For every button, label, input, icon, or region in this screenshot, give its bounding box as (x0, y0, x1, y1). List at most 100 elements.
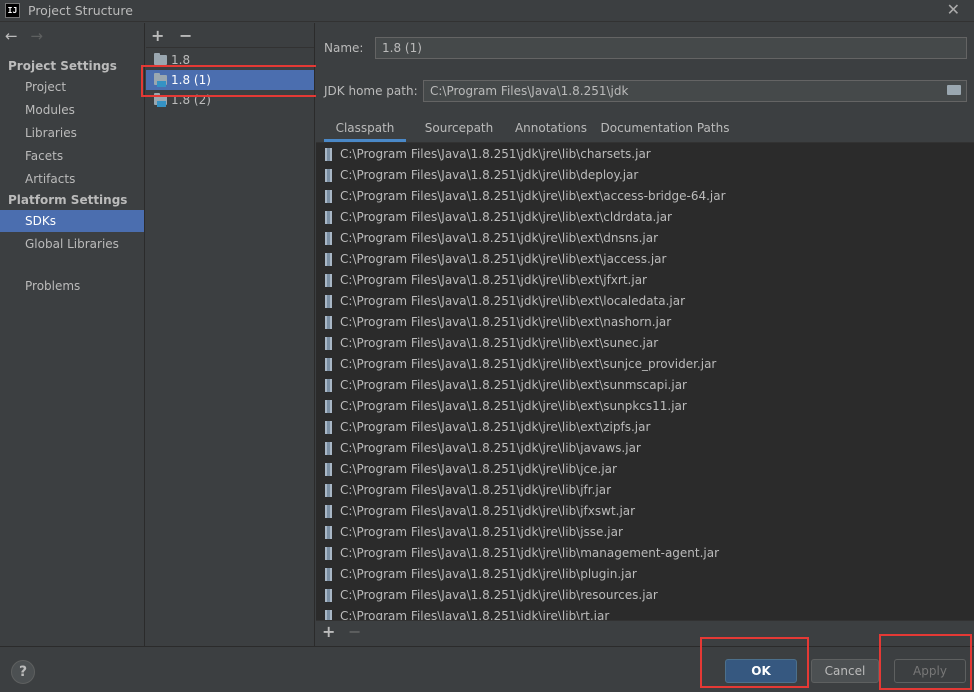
classpath-list[interactable]: C:\Program Files\Java\1.8.251\jdk\jre\li… (316, 142, 974, 620)
classpath-row[interactable]: C:\Program Files\Java\1.8.251\jdk\jre\li… (316, 186, 726, 207)
classpath-entry: C:\Program Files\Java\1.8.251\jdk\jre\li… (340, 168, 639, 182)
classpath-entry: C:\Program Files\Java\1.8.251\jdk\jre\li… (340, 441, 641, 455)
close-icon[interactable]: ✕ (947, 0, 960, 19)
classpath-entry: C:\Program Files\Java\1.8.251\jdk\jre\li… (340, 546, 720, 560)
tab-documentation-paths[interactable]: Documentation Paths (600, 118, 730, 142)
classpath-row[interactable]: C:\Program Files\Java\1.8.251\jdk\jre\li… (316, 417, 650, 438)
jar-icon (325, 568, 332, 581)
dialog-footer: ? OK Cancel Apply (0, 646, 974, 692)
add-path-button[interactable]: + (322, 622, 335, 641)
tab-annotations[interactable]: Annotations (507, 118, 595, 142)
classpath-entry: C:\Program Files\Java\1.8.251\jdk\jre\li… (340, 525, 623, 539)
classpath-row[interactable]: C:\Program Files\Java\1.8.251\jdk\jre\li… (316, 438, 641, 459)
intellij-app-icon: IJ (5, 3, 20, 18)
classpath-entry: C:\Program Files\Java\1.8.251\jdk\jre\li… (340, 609, 610, 620)
classpath-row[interactable]: C:\Program Files\Java\1.8.251\jdk\jre\li… (316, 312, 671, 333)
jar-icon (325, 610, 332, 620)
nav-item-sdks[interactable]: SDKs (0, 210, 144, 232)
back-arrow-icon[interactable]: ← (5, 27, 18, 45)
help-icon[interactable]: ? (11, 660, 35, 684)
classpath-entry: C:\Program Files\Java\1.8.251\jdk\jre\li… (340, 231, 659, 245)
classpath-row[interactable]: C:\Program Files\Java\1.8.251\jdk\jre\li… (316, 585, 658, 606)
classpath-row[interactable]: C:\Program Files\Java\1.8.251\jdk\jre\li… (316, 249, 666, 270)
jar-icon (325, 379, 332, 392)
nav-item-global-libraries[interactable]: Global Libraries (0, 233, 144, 255)
jar-icon (325, 547, 332, 560)
nav-item-modules[interactable]: Modules (0, 99, 144, 121)
jdk-home-field[interactable]: C:\Program Files\Java\1.8.251\jdk (423, 80, 967, 102)
name-field[interactable]: 1.8 (1) (375, 37, 967, 59)
classpath-row[interactable]: C:\Program Files\Java\1.8.251\jdk\jre\li… (316, 606, 609, 620)
forward-arrow-icon[interactable]: → (30, 27, 43, 45)
classpath-entry: C:\Program Files\Java\1.8.251\jdk\jre\li… (340, 294, 686, 308)
nav-item-facets[interactable]: Facets (0, 145, 144, 167)
classpath-row[interactable]: C:\Program Files\Java\1.8.251\jdk\jre\li… (316, 522, 623, 543)
title-bar: IJ Project Structure ✕ (0, 0, 974, 22)
window-title: Project Structure (28, 3, 133, 18)
cancel-button[interactable]: Cancel (811, 659, 879, 683)
classpath-row[interactable]: C:\Program Files\Java\1.8.251\jdk\jre\li… (316, 228, 658, 249)
browse-folder-icon[interactable] (947, 85, 961, 95)
remove-sdk-button[interactable]: − (179, 26, 192, 45)
name-label: Name: (324, 41, 364, 55)
classpath-toolbar: + − (316, 620, 974, 646)
jar-icon (325, 484, 332, 497)
jar-icon (325, 337, 332, 350)
classpath-entry: C:\Program Files\Java\1.8.251\jdk\jre\li… (340, 273, 647, 287)
classpath-entry: C:\Program Files\Java\1.8.251\jdk\jre\li… (340, 336, 659, 350)
classpath-entry: C:\Program Files\Java\1.8.251\jdk\jre\li… (340, 399, 687, 413)
jdk-home-value: C:\Program Files\Java\1.8.251\jdk (430, 84, 629, 98)
jar-icon (325, 169, 332, 182)
classpath-entry: C:\Program Files\Java\1.8.251\jdk\jre\li… (340, 315, 672, 329)
classpath-row[interactable]: C:\Program Files\Java\1.8.251\jdk\jre\li… (316, 375, 687, 396)
jar-icon (325, 400, 332, 413)
classpath-row[interactable]: C:\Program Files\Java\1.8.251\jdk\jre\li… (316, 354, 716, 375)
tab-sourcepath[interactable]: Sourcepath (412, 118, 506, 142)
divider (146, 47, 314, 48)
classpath-entry: C:\Program Files\Java\1.8.251\jdk\jre\li… (340, 189, 726, 203)
jar-icon (325, 148, 332, 161)
nav-item-project[interactable]: Project (0, 76, 144, 98)
classpath-row[interactable]: C:\Program Files\Java\1.8.251\jdk\jre\li… (316, 291, 685, 312)
jar-icon (325, 274, 332, 287)
classpath-row[interactable]: C:\Program Files\Java\1.8.251\jdk\jre\li… (316, 207, 672, 228)
classpath-row[interactable]: C:\Program Files\Java\1.8.251\jdk\jre\li… (316, 396, 687, 417)
jar-icon (325, 505, 332, 518)
tab-classpath[interactable]: Classpath (324, 118, 406, 142)
classpath-entry: C:\Program Files\Java\1.8.251\jdk\jre\li… (340, 588, 658, 602)
nav-item-problems[interactable]: Problems (0, 275, 144, 297)
platform-settings-header: Platform Settings (8, 193, 128, 207)
classpath-row[interactable]: C:\Program Files\Java\1.8.251\jdk\jre\li… (316, 480, 611, 501)
classpath-entry: C:\Program Files\Java\1.8.251\jdk\jre\li… (340, 504, 636, 518)
classpath-row[interactable]: C:\Program Files\Java\1.8.251\jdk\jre\li… (316, 459, 617, 480)
remove-path-button[interactable]: − (348, 622, 361, 641)
jar-icon (325, 232, 332, 245)
jar-icon (325, 442, 332, 455)
classpath-row[interactable]: C:\Program Files\Java\1.8.251\jdk\jre\li… (316, 270, 647, 291)
classpath-row[interactable]: C:\Program Files\Java\1.8.251\jdk\jre\li… (316, 501, 635, 522)
classpath-row[interactable]: C:\Program Files\Java\1.8.251\jdk\jre\li… (316, 144, 651, 165)
classpath-entry: C:\Program Files\Java\1.8.251\jdk\jre\li… (340, 357, 717, 371)
add-sdk-button[interactable]: + (151, 26, 164, 45)
sdk-detail-panel: Name: 1.8 (1) JDK home path: C:\Program … (316, 23, 974, 646)
jar-icon (325, 190, 332, 203)
classpath-row[interactable]: C:\Program Files\Java\1.8.251\jdk\jre\li… (316, 564, 637, 585)
classpath-row[interactable]: C:\Program Files\Java\1.8.251\jdk\jre\li… (316, 543, 719, 564)
nav-item-artifacts[interactable]: Artifacts (0, 168, 144, 190)
jar-icon (325, 358, 332, 371)
classpath-entry: C:\Program Files\Java\1.8.251\jdk\jre\li… (340, 378, 687, 392)
nav-item-libraries[interactable]: Libraries (0, 122, 144, 144)
jdk-home-label: JDK home path: (324, 84, 418, 98)
folder-icon (154, 53, 167, 65)
annotation-highlight-sdk (141, 65, 318, 97)
jar-icon (325, 211, 332, 224)
project-settings-header: Project Settings (8, 59, 117, 73)
jar-icon (325, 316, 332, 329)
annotation-highlight-ok (700, 637, 809, 688)
annotation-highlight-apply (879, 634, 972, 690)
classpath-row[interactable]: C:\Program Files\Java\1.8.251\jdk\jre\li… (316, 165, 638, 186)
classpath-entry: C:\Program Files\Java\1.8.251\jdk\jre\li… (340, 462, 617, 476)
classpath-row[interactable]: C:\Program Files\Java\1.8.251\jdk\jre\li… (316, 333, 658, 354)
jar-icon (325, 463, 332, 476)
classpath-entry: C:\Program Files\Java\1.8.251\jdk\jre\li… (340, 567, 637, 581)
